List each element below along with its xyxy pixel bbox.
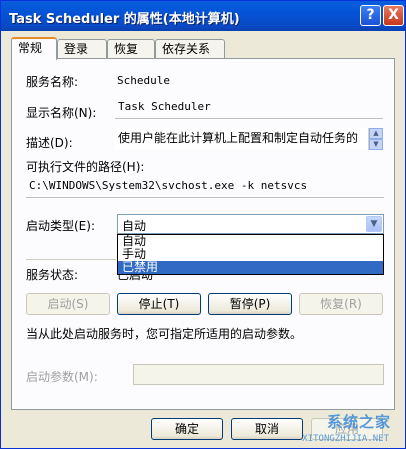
watermark-url: XITONGZHIJIA.NET: [302, 434, 389, 444]
help-button[interactable]: ?: [360, 5, 381, 26]
title-bar[interactable]: Task Scheduler 的属性(本地计算机) ? X: [1, 1, 405, 31]
resume-service-button[interactable]: 恢复(R): [299, 293, 383, 315]
display-name-field[interactable]: Task Scheduler: [115, 99, 383, 119]
tab-panel-general: 服务名称: Schedule 显示名称(N): Task Scheduler 描…: [11, 58, 395, 410]
tab-logon[interactable]: 登录: [57, 39, 107, 59]
exe-path-label: 可执行文件的路径(H):: [26, 160, 145, 174]
start-service-button[interactable]: 启动(S): [26, 293, 110, 315]
description-field[interactable]: 使用户能在此计算机上配置和制定自动任务的: [115, 128, 384, 150]
stop-service-button[interactable]: 停止(T): [117, 293, 201, 315]
tab-recovery[interactable]: 恢复: [107, 39, 155, 59]
divider: [26, 259, 116, 260]
description-label: 描述(D):: [26, 136, 73, 150]
startup-type-value: 自动: [122, 219, 147, 233]
properties-dialog: Task Scheduler 的属性(本地计算机) ? X 常规 登录 恢复 依…: [0, 0, 406, 449]
close-button[interactable]: X: [383, 5, 404, 26]
description-text: 使用户能在此计算机上配置和制定自动任务的: [118, 131, 359, 145]
startup-type-select[interactable]: 自动 ▼: [117, 214, 384, 234]
start-params-hint: 当从此处启动服务时，您可指定所适用的启动参数。: [26, 327, 303, 341]
service-status-label: 服务状态:: [26, 268, 79, 282]
startup-type-dropdown-list: 自动 手动 已禁用: [117, 234, 384, 275]
exe-path-field[interactable]: C:\WINDOWS\System32\svchost.exe -k netsv…: [26, 178, 384, 198]
service-name-label: 服务名称:: [26, 75, 79, 89]
display-name-label: 显示名称(N):: [26, 106, 97, 120]
tab-general[interactable]: 常规: [11, 37, 57, 60]
window-title: Task Scheduler 的属性(本地计算机): [9, 12, 240, 27]
start-params-input[interactable]: [133, 364, 384, 385]
description-scrollbar[interactable]: ▲ ▼: [368, 128, 383, 150]
scroll-up-arrow-icon[interactable]: ▲: [369, 128, 383, 139]
startup-option-auto[interactable]: 自动: [118, 235, 383, 248]
startup-option-disabled[interactable]: 已禁用: [118, 261, 383, 274]
scroll-down-arrow-icon[interactable]: ▼: [369, 139, 383, 150]
tab-dependencies[interactable]: 依存关系: [155, 39, 225, 59]
cancel-button[interactable]: 取消: [231, 418, 303, 440]
pause-service-button[interactable]: 暂停(P): [208, 293, 292, 315]
startup-type-label: 启动类型(E):: [26, 219, 95, 233]
chevron-down-icon[interactable]: ▼: [366, 216, 382, 232]
start-params-label: 启动参数(M):: [26, 370, 98, 384]
service-name-value: Schedule: [117, 74, 170, 87]
ok-button[interactable]: 确定: [151, 418, 223, 440]
watermark-logo: 系统之家: [326, 413, 391, 431]
